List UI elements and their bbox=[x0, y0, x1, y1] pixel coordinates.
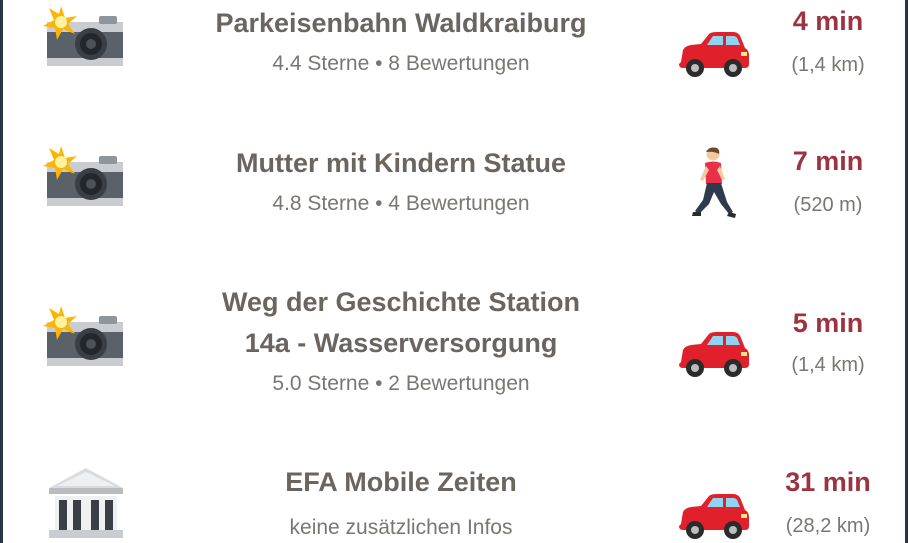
classical-building-icon bbox=[49, 468, 123, 538]
travel-distance: (28,2 km) bbox=[785, 515, 871, 537]
place-title: Mutter mit Kindern Statue bbox=[235, 148, 566, 178]
place-title: EFA Mobile Zeiten bbox=[285, 467, 517, 497]
travel-info: 7 min (520 m) bbox=[758, 143, 898, 219]
place-title-line-1: Weg der Geschichte Station bbox=[221, 287, 581, 317]
travel-time: 5 min bbox=[792, 308, 864, 338]
travel-info: 31 min (28,2 km) bbox=[758, 464, 898, 540]
list-item-mutter-statue[interactable]: Mutter mit Kindern Statue 4.8 Sterne • 4… bbox=[3, 140, 905, 250]
travel-time: 7 min bbox=[792, 146, 864, 176]
list-item-parkeisenbahn[interactable]: Parkeisenbahn Waldkraiburg 4.4 Sterne • … bbox=[3, 0, 905, 110]
camera-flash-icon bbox=[43, 306, 123, 366]
travel-time: 4 min bbox=[792, 6, 864, 36]
travel-info: 4 min (1,4 km) bbox=[758, 3, 898, 79]
place-rating: 4.4 Sterne • 8 Bewertungen bbox=[272, 52, 530, 75]
walking-person-icon bbox=[692, 147, 736, 218]
camera-flash-icon bbox=[43, 146, 123, 206]
car-icon bbox=[679, 494, 749, 539]
place-info: Weg der Geschichte Station 14a - Wasserv… bbox=[163, 282, 639, 399]
place-rating: 5.0 Sterne • 2 Bewertungen bbox=[272, 372, 530, 395]
travel-distance: (1,4 km) bbox=[791, 54, 865, 76]
list-item-weg-der-geschichte[interactable]: Weg der Geschichte Station 14a - Wasserv… bbox=[3, 280, 905, 420]
travel-distance: (1,4 km) bbox=[791, 354, 865, 376]
travel-time: 31 min bbox=[785, 467, 871, 497]
travel-info: 5 min (1,4 km) bbox=[758, 305, 898, 379]
place-title: Parkeisenbahn Waldkraiburg bbox=[215, 8, 587, 38]
car-icon bbox=[679, 32, 749, 77]
place-info: Mutter mit Kindern Statue 4.8 Sterne • 4… bbox=[163, 143, 639, 219]
place-subtitle: keine zusätzlichen Infos bbox=[289, 516, 513, 539]
place-rating: 4.8 Sterne • 4 Bewertungen bbox=[272, 192, 530, 215]
place-info: EFA Mobile Zeiten keine zusätzlichen Inf… bbox=[163, 462, 639, 543]
list-item-efa-mobile[interactable]: EFA Mobile Zeiten keine zusätzlichen Inf… bbox=[3, 460, 905, 543]
travel-distance: (520 m) bbox=[793, 194, 863, 216]
car-icon bbox=[679, 332, 749, 377]
place-info: Parkeisenbahn Waldkraiburg 4.4 Sterne • … bbox=[163, 3, 639, 79]
camera-flash-icon bbox=[43, 6, 123, 66]
place-title-line-2: 14a - Wasserversorgung bbox=[244, 328, 558, 358]
